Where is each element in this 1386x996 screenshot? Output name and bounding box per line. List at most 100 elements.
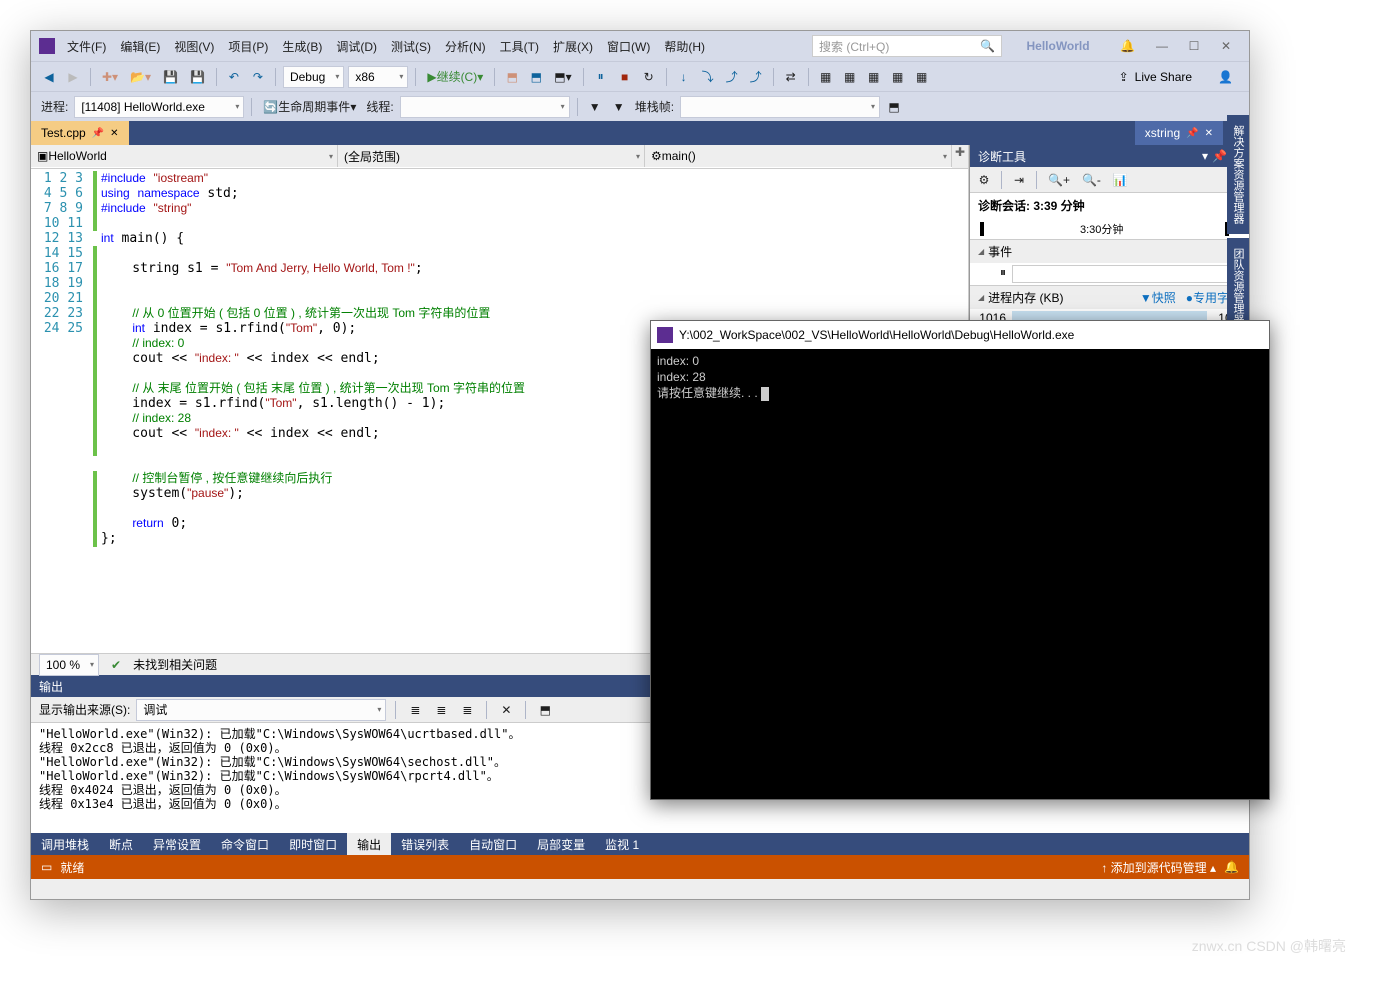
func-dropdown[interactable]: ⚙ main() bbox=[645, 145, 952, 167]
restart-button[interactable]: ↻ bbox=[639, 66, 659, 88]
bottom-tab[interactable]: 命令窗口 bbox=[211, 833, 279, 855]
open-button[interactable]: 📂▾ bbox=[126, 66, 155, 88]
gear-icon[interactable]: ⚙ bbox=[974, 169, 994, 191]
events-label: 事件 bbox=[988, 243, 1012, 260]
stackframe-dropdown[interactable] bbox=[680, 96, 880, 118]
tb-icon[interactable]: ⬒ bbox=[502, 66, 522, 88]
bell-icon[interactable]: 🔔 bbox=[1224, 860, 1239, 874]
new-button[interactable]: ✚▾ bbox=[98, 66, 122, 88]
zoom-in-icon[interactable]: 🔍+ bbox=[1044, 169, 1074, 191]
tb-icon[interactable]: ▦ bbox=[888, 66, 908, 88]
bottom-tab[interactable]: 即时窗口 bbox=[279, 833, 347, 855]
step-over-button[interactable]: ⤴ bbox=[722, 66, 742, 88]
project-dropdown[interactable]: ▣ HelloWorld bbox=[31, 145, 338, 167]
bottom-tab[interactable]: 监视 1 bbox=[595, 833, 649, 855]
step-into-button[interactable]: ⤵ bbox=[698, 66, 718, 88]
bottom-tab[interactable]: 调用堆栈 bbox=[31, 833, 99, 855]
clear-icon[interactable]: ✕ bbox=[496, 699, 516, 721]
menu-item[interactable]: 文件(F) bbox=[61, 34, 112, 59]
tab-xstring[interactable]: xstring 📌 ✕ bbox=[1135, 121, 1223, 145]
tb-icon[interactable]: ⬒ bbox=[526, 66, 546, 88]
continue-button[interactable]: ▶ 继续(C) ▾ bbox=[423, 66, 487, 88]
tb-icon[interactable]: ▦ bbox=[816, 66, 836, 88]
watermark: znwx.cn CSDN @韩曙亮 bbox=[1192, 936, 1346, 956]
undo-button[interactable]: ↶ bbox=[224, 66, 244, 88]
pause-button[interactable]: ⏸ bbox=[591, 66, 611, 88]
tb-icon[interactable]: ▼ bbox=[609, 96, 629, 118]
bottom-tabs: 调用堆栈断点异常设置命令窗口即时窗口输出错误列表自动窗口局部变量监视 1 bbox=[31, 833, 1249, 855]
menu-item[interactable]: 测试(S) bbox=[385, 34, 437, 59]
menu-item[interactable]: 工具(T) bbox=[494, 34, 545, 59]
debug-toolbar: 进程: [11408] HelloWorld.exe 🔄 生命周期事件 ▾ 线程… bbox=[31, 91, 1249, 121]
menu-item[interactable]: 视图(V) bbox=[168, 34, 220, 59]
bottom-tab[interactable]: 局部变量 bbox=[527, 833, 595, 855]
bottom-tab[interactable]: 断点 bbox=[99, 833, 143, 855]
bottom-tab[interactable]: 输出 bbox=[347, 833, 391, 855]
tb-icon[interactable]: ⬒ bbox=[535, 699, 555, 721]
bottom-tab[interactable]: 错误列表 bbox=[391, 833, 459, 855]
stop-button[interactable]: ■ bbox=[615, 66, 635, 88]
redo-button[interactable]: ↷ bbox=[248, 66, 268, 88]
scope-dropdown[interactable]: (全局范围) bbox=[338, 145, 645, 167]
maximize-button[interactable]: ☐ bbox=[1179, 35, 1209, 57]
tb-icon[interactable]: ⬒ bbox=[884, 96, 904, 118]
scm-button[interactable]: ↑ 添加到源代码管理 ▴ bbox=[1101, 859, 1216, 876]
search-input[interactable]: 搜索 (Ctrl+Q) 🔍 bbox=[812, 35, 1002, 57]
tb-icon[interactable]: ≣ bbox=[405, 699, 425, 721]
tb-icon[interactable]: ⇄ bbox=[781, 66, 801, 88]
save-button[interactable]: 💾 bbox=[159, 66, 182, 88]
zoom-dropdown[interactable]: 100 % bbox=[39, 654, 99, 676]
nav-fwd-button[interactable]: ▶ bbox=[63, 66, 83, 88]
console-window[interactable]: Y:\002_WorkSpace\002_VS\HelloWorld\Hello… bbox=[650, 320, 1270, 800]
lifecycle-button[interactable]: 🔄 生命周期事件 ▾ bbox=[259, 96, 360, 118]
pause-icon: ⏸ bbox=[970, 263, 1010, 285]
nav-back-button[interactable]: ◀ bbox=[39, 66, 59, 88]
pin-icon[interactable]: 📌 bbox=[1212, 149, 1227, 163]
bottom-tab[interactable]: 自动窗口 bbox=[459, 833, 527, 855]
tb-icon[interactable]: ▦ bbox=[864, 66, 884, 88]
platform-dropdown[interactable]: x86 bbox=[348, 66, 408, 88]
tb-icon[interactable]: ▦ bbox=[840, 66, 860, 88]
menu-item[interactable]: 调试(D) bbox=[330, 34, 383, 59]
tb-icon[interactable]: ≣ bbox=[457, 699, 477, 721]
tb-icon[interactable]: ▦ bbox=[912, 66, 932, 88]
thread-dropdown[interactable] bbox=[400, 96, 570, 118]
minimize-button[interactable]: — bbox=[1147, 35, 1177, 57]
liveshare-button[interactable]: ⇪ Live Share 👤 bbox=[1111, 70, 1241, 84]
tb-icon[interactable]: ⬒▾ bbox=[550, 66, 575, 88]
close-icon[interactable]: ✕ bbox=[1205, 128, 1213, 139]
zoom-out-icon[interactable]: 🔍- bbox=[1078, 169, 1105, 191]
step-out-button[interactable]: ⤴ bbox=[746, 66, 766, 88]
output-source-dropdown[interactable]: 调试 bbox=[136, 699, 386, 721]
config-dropdown[interactable]: Debug bbox=[283, 66, 344, 88]
chart-icon[interactable]: 📊 bbox=[1109, 169, 1132, 191]
tb-icon[interactable]: ≣ bbox=[431, 699, 451, 721]
tb-icon[interactable]: ▼ bbox=[585, 96, 605, 118]
save-all-button[interactable]: 💾 bbox=[186, 66, 209, 88]
line-numbers: 1 2 3 4 5 6 7 8 9 10 11 12 13 14 15 16 1… bbox=[31, 169, 91, 653]
timeline-ruler[interactable]: 3:30分钟 bbox=[970, 218, 1249, 240]
menu-item[interactable]: 窗口(W) bbox=[601, 34, 656, 59]
menu-item[interactable]: 编辑(E) bbox=[114, 34, 166, 59]
export-icon[interactable]: ⇥ bbox=[1009, 169, 1029, 191]
bottom-tab[interactable]: 异常设置 bbox=[143, 833, 211, 855]
feedback-icon[interactable]: 🔔 bbox=[1120, 39, 1135, 53]
split-button[interactable]: ✚ bbox=[952, 145, 968, 168]
menu-item[interactable]: 生成(B) bbox=[276, 34, 328, 59]
step-button[interactable]: ↓ bbox=[674, 66, 694, 88]
menu-item[interactable]: 扩展(X) bbox=[547, 34, 599, 59]
pin-icon[interactable]: 📌 bbox=[92, 128, 104, 139]
tab-test-cpp[interactable]: Test.cpp 📌 ✕ bbox=[31, 121, 129, 145]
close-button[interactable]: ✕ bbox=[1211, 35, 1241, 57]
process-dropdown[interactable]: [11408] HelloWorld.exe bbox=[74, 96, 244, 118]
menu-item[interactable]: 分析(N) bbox=[439, 34, 492, 59]
search-placeholder: 搜索 (Ctrl+Q) bbox=[819, 38, 889, 55]
status-icon: ▭ bbox=[41, 860, 52, 874]
close-icon[interactable]: ✕ bbox=[110, 128, 118, 139]
menu-item[interactable]: 帮助(H) bbox=[658, 34, 711, 59]
pin-icon[interactable]: 📌 bbox=[1186, 128, 1198, 139]
dropdown-icon[interactable]: ▾ bbox=[1202, 149, 1208, 163]
side-tab[interactable]: 解决方案资源管理器 bbox=[1227, 115, 1249, 234]
menu-item[interactable]: 项目(P) bbox=[222, 34, 274, 59]
change-margin bbox=[91, 169, 101, 653]
